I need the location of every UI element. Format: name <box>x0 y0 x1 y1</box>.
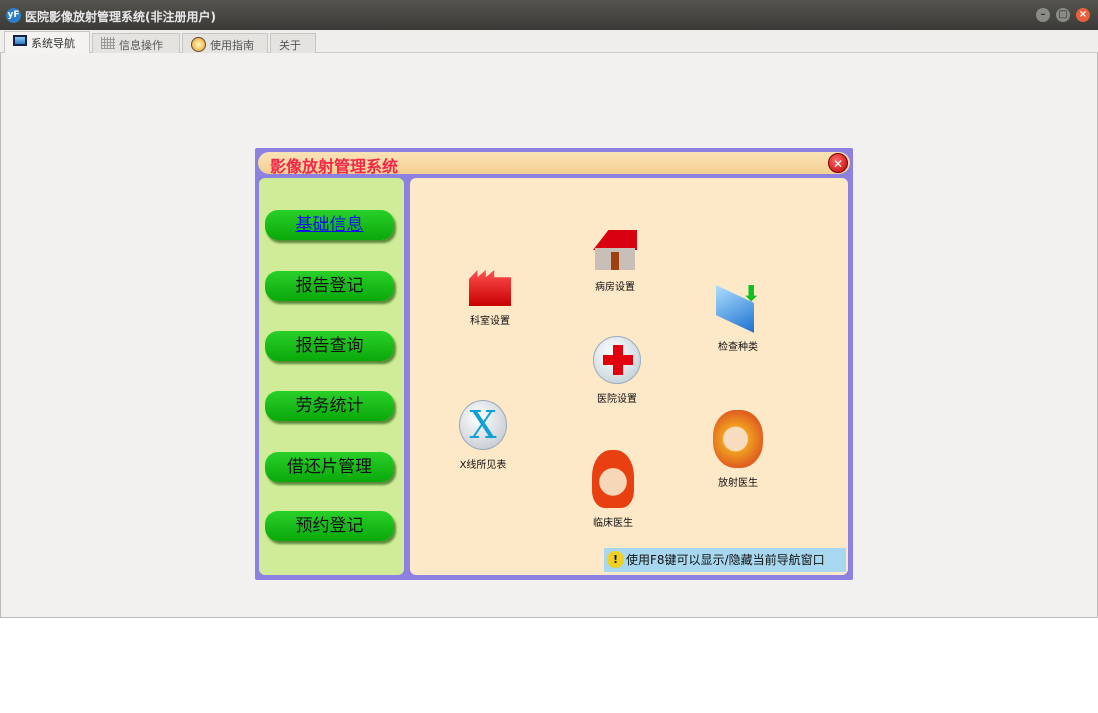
maximize-button[interactable]: □ <box>1056 8 1070 22</box>
nav-sidebar: 基础信息 报告登记 报告查询 劳务统计 借还片管理 预约登记 <box>259 178 404 575</box>
nav-labor-stats[interactable]: 劳务统计 <box>265 391 394 421</box>
nav-report-query[interactable]: 报告查询 <box>265 331 394 361</box>
female-doctor-avatar-icon <box>713 410 763 468</box>
tab-system-nav[interactable]: 系统导航 <box>4 31 90 53</box>
radiology-doctor-item[interactable]: 放射医生 <box>703 410 773 489</box>
item-label: 医院设置 <box>597 394 637 405</box>
x-icon: X <box>459 400 507 450</box>
nav-basic-info[interactable]: 基础信息 <box>265 210 394 240</box>
panel-titlebar: 影像放射管理系统 ✕ <box>258 152 850 176</box>
close-button[interactable]: × <box>1076 8 1090 22</box>
window-titlebar: yF 医院影像放射管理系统(非注册用户) – □ × <box>0 0 1098 30</box>
item-label: 放射医生 <box>718 478 758 489</box>
dept-settings-item[interactable]: 科室设置 <box>455 270 525 327</box>
tab-info-ops[interactable]: 信息操作 <box>92 33 180 53</box>
tab-label: 信息操作 <box>119 39 163 52</box>
grid-icon <box>101 37 115 49</box>
book-download-icon: ⬇ <box>712 282 764 333</box>
content-area: 科室设置 病房设置 ⬇ 检查种类 医院设置 X X线所见表 临床医生 放射医生 … <box>410 178 848 575</box>
factory-icon <box>469 270 511 306</box>
nav-report-register[interactable]: 报告登记 <box>265 271 394 301</box>
nav-appointment[interactable]: 预约登记 <box>265 511 394 541</box>
tab-about[interactable]: 关于 <box>270 33 316 53</box>
tab-label: 关于 <box>279 39 301 52</box>
red-cross-icon <box>593 336 641 384</box>
tab-label: 系统导航 <box>31 37 75 50</box>
tab-guide[interactable]: 使用指南 <box>182 33 268 53</box>
hint-text: 使用F8键可以显示/隐藏当前导航窗口 <box>626 553 825 567</box>
item-label: 临床医生 <box>593 518 633 529</box>
item-label: 科室设置 <box>470 316 510 327</box>
clinical-doctor-item[interactable]: 临床医生 <box>578 450 648 529</box>
item-label: 检查种类 <box>718 342 758 353</box>
item-label: 病房设置 <box>595 282 635 293</box>
male-doctor-avatar-icon <box>592 450 634 508</box>
xray-findings-item[interactable]: X X线所见表 <box>448 400 518 471</box>
exam-types-item[interactable]: ⬇ 检查种类 <box>703 282 773 353</box>
panel-title: 影像放射管理系统 <box>270 157 399 176</box>
window-title: 医院影像放射管理系统(非注册用户) <box>25 10 216 24</box>
nav-film-lending[interactable]: 借还片管理 <box>265 452 394 482</box>
tab-label: 使用指南 <box>210 39 254 52</box>
f8-hint-bar: ! 使用F8键可以显示/隐藏当前导航窗口 <box>604 548 846 572</box>
minimize-button[interactable]: – <box>1036 8 1050 22</box>
tab-bar: 系统导航 信息操作 使用指南 关于 <box>0 30 1098 53</box>
hospital-settings-item[interactable]: 医院设置 <box>582 336 652 405</box>
ward-settings-item[interactable]: 病房设置 <box>580 230 650 293</box>
panel-close-button[interactable]: ✕ <box>828 153 848 173</box>
item-label: X线所见表 <box>459 460 507 471</box>
house-icon <box>593 230 637 272</box>
help-icon <box>191 37 206 52</box>
navigation-panel: 影像放射管理系统 ✕ 基础信息 报告登记 报告查询 劳务统计 借还片管理 预约登… <box>255 148 853 580</box>
monitor-icon <box>13 35 27 46</box>
app-logo-icon: yF <box>6 8 21 23</box>
hint-info-icon: ! <box>607 551 624 568</box>
